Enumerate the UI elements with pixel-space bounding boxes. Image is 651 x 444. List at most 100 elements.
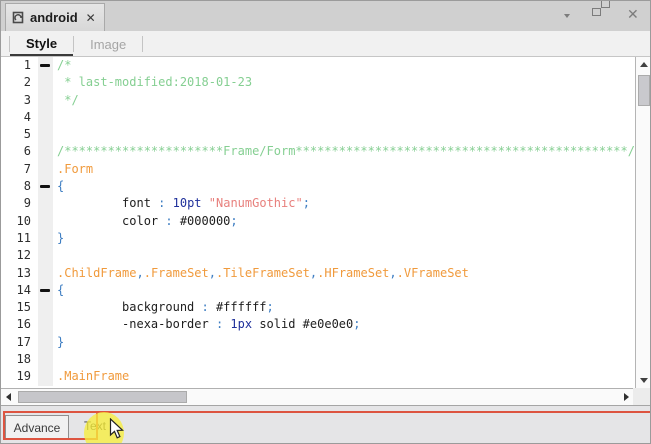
- minimize-button[interactable]: [575, 8, 590, 21]
- fold-gutter[interactable]: [38, 178, 53, 195]
- code-text[interactable]: * last-modified:2018-01-23: [53, 74, 635, 91]
- fold-gutter: [38, 195, 53, 212]
- scroll-up-button[interactable]: [636, 57, 651, 72]
- code-text[interactable]: }: [53, 334, 635, 351]
- code-text[interactable]: [53, 126, 635, 143]
- triangle-up-icon: [640, 62, 648, 67]
- code-text[interactable]: -nexa-border : 1px solid #e0e0e0;: [53, 316, 635, 333]
- fold-gutter: [38, 126, 53, 143]
- tab-android[interactable]: android ✕: [5, 3, 105, 31]
- style-document-icon: [12, 11, 25, 24]
- vertical-scrollbar-thumb[interactable]: [638, 75, 650, 106]
- code-line[interactable]: 10 color : #000000;: [1, 213, 635, 230]
- fold-gutter[interactable]: [38, 282, 53, 299]
- code-text[interactable]: background : #ffffff;: [53, 299, 635, 316]
- line-number: 3: [1, 92, 38, 109]
- code-line[interactable]: 17}: [1, 334, 635, 351]
- triangle-left-icon: [6, 393, 11, 401]
- code-text[interactable]: [53, 351, 635, 368]
- fold-gutter: [38, 299, 53, 316]
- line-number: 4: [1, 109, 38, 126]
- fold-gutter[interactable]: [38, 57, 53, 74]
- code-text[interactable]: [53, 109, 635, 126]
- code-line[interactable]: 2 * last-modified:2018-01-23: [1, 74, 635, 91]
- line-number: 16: [1, 316, 38, 333]
- line-number: 14: [1, 282, 38, 299]
- line-number: 10: [1, 213, 38, 230]
- window-controls: ✕: [549, 8, 642, 21]
- code-text[interactable]: .MainFrame: [53, 368, 635, 385]
- tab-title: android: [30, 10, 78, 25]
- code-line[interactable]: 3 */: [1, 92, 635, 109]
- code-text[interactable]: font : 10pt "NanumGothic";: [53, 195, 635, 212]
- code-area[interactable]: 1/*2 * last-modified:2018-01-233 */456/*…: [1, 57, 635, 388]
- line-number: 7: [1, 161, 38, 178]
- code-line[interactable]: 9 font : 10pt "NanumGothic";: [1, 195, 635, 212]
- code-line[interactable]: 11}: [1, 230, 635, 247]
- code-line[interactable]: 13.ChildFrame,.FrameSet,.TileFrameSet,.H…: [1, 265, 635, 282]
- code-line[interactable]: 18: [1, 351, 635, 368]
- code-text[interactable]: color : #000000;: [53, 213, 635, 230]
- line-number: 15: [1, 299, 38, 316]
- scroll-down-button[interactable]: [636, 373, 651, 388]
- fold-gutter: [38, 109, 53, 126]
- code-line[interactable]: 14 {: [1, 282, 635, 299]
- fold-collapse-icon[interactable]: [40, 64, 50, 67]
- fold-gutter: [38, 213, 53, 230]
- restore-button[interactable]: [601, 8, 616, 21]
- code-line[interactable]: 6 /**********************Frame/Form******…: [1, 143, 635, 160]
- line-number: 5: [1, 126, 38, 143]
- code-text[interactable]: .Form: [53, 161, 635, 178]
- close-window-button[interactable]: ✕: [627, 8, 642, 21]
- tab-close-icon[interactable]: ✕: [86, 11, 96, 25]
- code-text[interactable]: /*: [53, 57, 635, 74]
- bottom-tab-bar: Advance Text: [1, 405, 651, 444]
- code-text[interactable]: {: [53, 178, 635, 195]
- vertical-scrollbar[interactable]: [635, 57, 651, 388]
- tab-style[interactable]: Style: [10, 32, 73, 56]
- code-line[interactable]: 15 background : #ffffff;: [1, 299, 635, 316]
- line-number: 19: [1, 368, 38, 385]
- code-text[interactable]: {: [53, 282, 635, 299]
- horizontal-scrollbar[interactable]: [1, 388, 651, 405]
- code-line[interactable]: 8{: [1, 178, 635, 195]
- code-line[interactable]: 16 -nexa-border : 1px solid #e0e0e0;: [1, 316, 635, 333]
- app-window: android ✕ ✕ Style Image: [0, 0, 651, 444]
- code-line[interactable]: 4: [1, 109, 635, 126]
- triangle-right-icon: [624, 393, 629, 401]
- code-text[interactable]: /**********************Frame/Form*******…: [53, 143, 635, 160]
- code-text[interactable]: [53, 247, 635, 264]
- fold-gutter: [38, 334, 53, 351]
- horizontal-scrollbar-thumb[interactable]: [18, 391, 187, 403]
- code-text[interactable]: .ChildFrame,.FrameSet,.TileFrameSet,.HFr…: [53, 265, 635, 282]
- editor-mode-tabs: Style Image: [1, 31, 650, 57]
- line-number: 11: [1, 230, 38, 247]
- line-number: 12: [1, 247, 38, 264]
- scrollbar-corner: [633, 388, 650, 405]
- fold-gutter: [38, 316, 53, 333]
- line-number: 17: [1, 334, 38, 351]
- tab-image[interactable]: Image: [74, 33, 142, 55]
- fold-collapse-icon[interactable]: [40, 289, 50, 292]
- code-line[interactable]: 7 .Form: [1, 161, 635, 178]
- code-text[interactable]: }: [53, 230, 635, 247]
- line-number: 6: [1, 143, 38, 160]
- fold-gutter: [38, 143, 53, 160]
- fold-gutter: [38, 351, 53, 368]
- code-line[interactable]: 19 .MainFrame: [1, 368, 635, 385]
- line-number: 18: [1, 351, 38, 368]
- line-number: 1: [1, 57, 38, 74]
- tab-list-menu-icon[interactable]: [549, 8, 564, 21]
- code-line[interactable]: 5: [1, 126, 635, 143]
- triangle-down-icon: [640, 378, 648, 383]
- line-number: 9: [1, 195, 38, 212]
- fold-gutter: [38, 74, 53, 91]
- code-line[interactable]: 1 /*: [1, 57, 635, 74]
- scroll-right-button[interactable]: [619, 389, 634, 405]
- code-text[interactable]: */: [53, 92, 635, 109]
- line-number: 2: [1, 74, 38, 91]
- fold-gutter: [38, 247, 53, 264]
- scroll-left-button[interactable]: [1, 389, 16, 405]
- code-line[interactable]: 12: [1, 247, 635, 264]
- fold-collapse-icon[interactable]: [40, 185, 50, 188]
